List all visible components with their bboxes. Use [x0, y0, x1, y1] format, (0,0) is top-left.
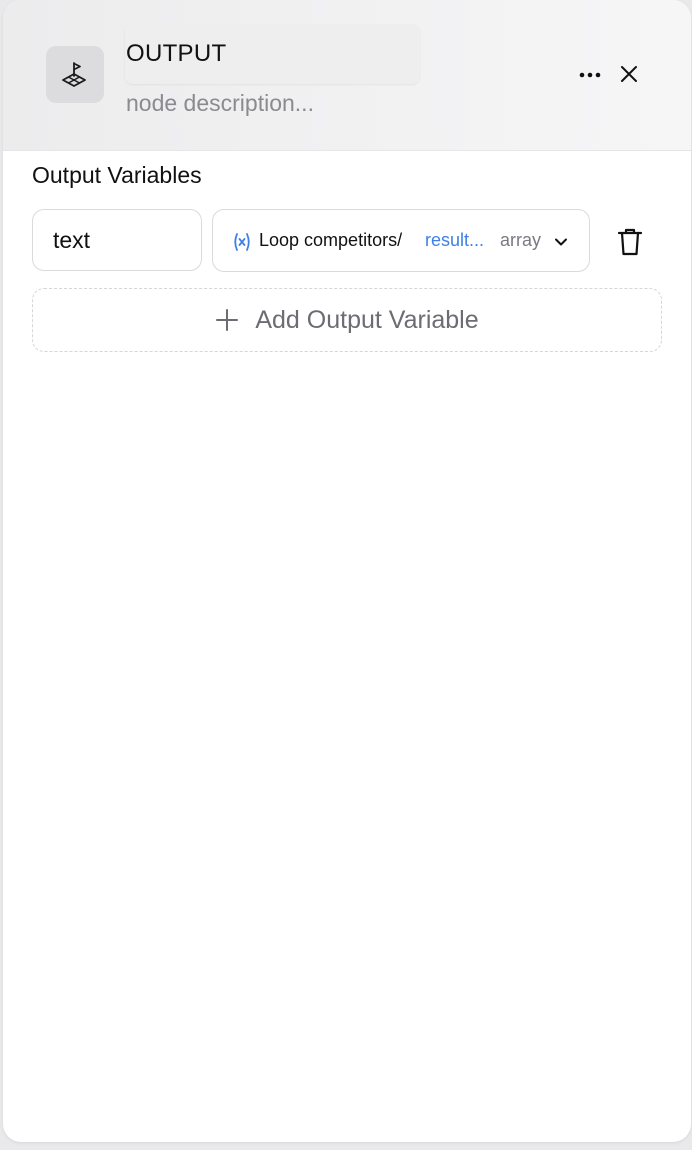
output-variables-label: Output Variables [32, 162, 202, 188]
variable-source-name: result... [425, 230, 485, 250]
variable-x-icon [234, 233, 250, 251]
variable-name-input[interactable] [32, 209, 202, 271]
variable-type-label: array [500, 230, 542, 250]
trash-icon [617, 228, 643, 256]
add-output-variable-button[interactable]: Add Output Variable [32, 288, 662, 352]
node-type-badge [46, 46, 104, 103]
close-button[interactable] [613, 58, 645, 90]
plus-icon [216, 309, 239, 331]
flag-stand-icon [62, 61, 86, 87]
add-output-variable-label: Add Output Variable [255, 305, 479, 334]
node-description-input[interactable]: node description... [126, 90, 314, 117]
more-options-button[interactable] [573, 60, 607, 90]
delete-variable-button[interactable] [613, 224, 647, 260]
node-title[interactable]: OUTPUT [126, 40, 226, 68]
close-icon [621, 66, 637, 82]
node-panel: OUTPUT node description... Output Variab… [3, 0, 691, 1142]
more-horizontal-icon [579, 72, 601, 78]
chevron-down-icon [555, 238, 567, 246]
variable-source-select[interactable]: Loop competitors/ result... array [212, 209, 590, 272]
variable-source-node: Loop competitors/ [259, 230, 403, 250]
panel-header: OUTPUT node description... [3, 0, 691, 151]
